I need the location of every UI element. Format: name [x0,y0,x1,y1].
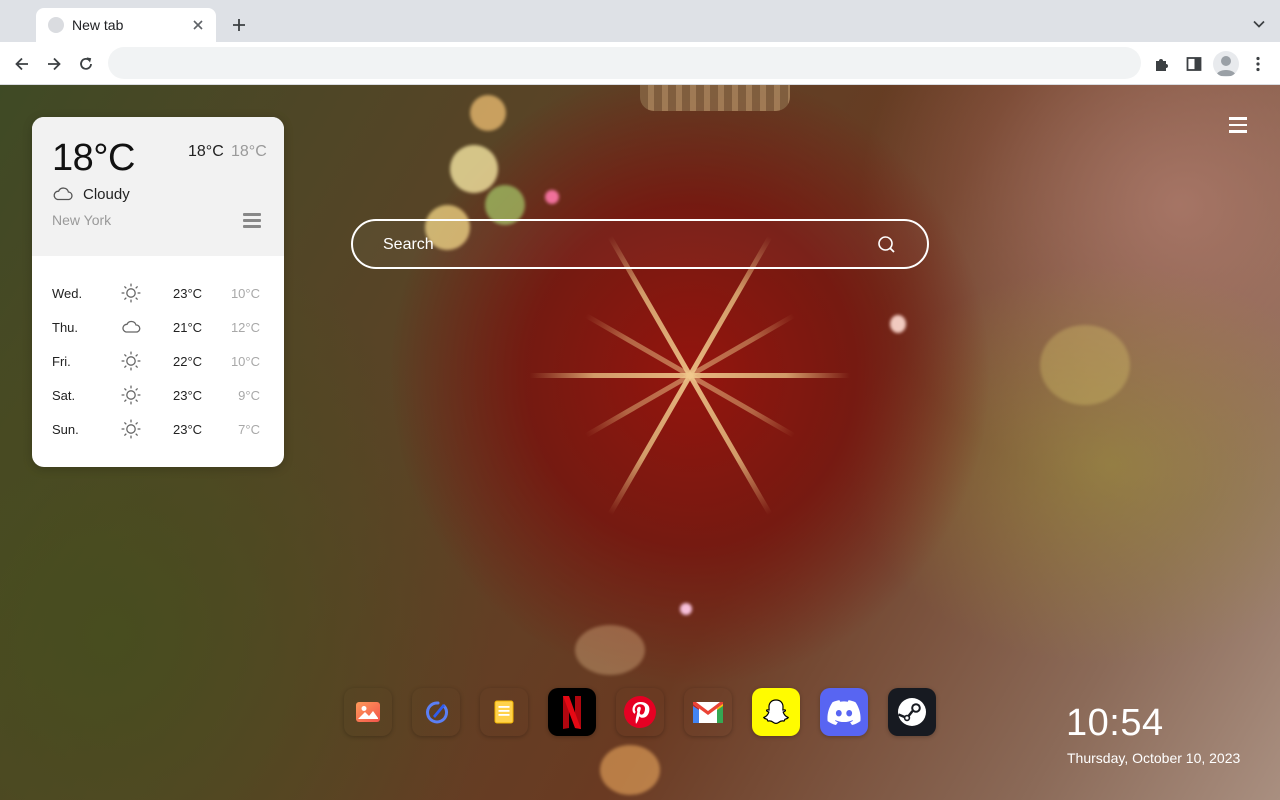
steam-icon[interactable] [888,688,936,736]
forecast-high: 23°C [173,286,203,301]
photos-app-icon[interactable] [344,688,392,736]
forecast-row: Wed. 23°C 10°C [32,282,284,306]
ornament-cap [640,85,790,111]
notes-app-icon[interactable] [480,688,528,736]
forecast-row: Sun. 23°C 7°C [32,418,284,442]
forecast-day: Wed. [52,286,83,301]
today-low-temp: 18°C [231,143,267,160]
clock-time: 10:54 [1066,702,1164,744]
forecast-high: 21°C [173,320,203,335]
search-box[interactable] [351,219,929,269]
forecast-low: 12°C [230,320,260,335]
cloud-icon [120,316,142,338]
close-icon[interactable] [190,17,206,33]
browser-toolbar [0,42,1280,85]
netflix-icon[interactable] [548,688,596,736]
weather-current: 18°C 18°C 18°C Cloudy New York [32,117,284,256]
clock-date: Thursday, October 10, 2023 [1067,750,1241,766]
new-tab-page: 18°C 18°C 18°C Cloudy New York Wed. 23°C 1… [0,85,1280,800]
drawing-app-icon[interactable] [412,688,460,736]
extensions-puzzle-icon[interactable] [1150,52,1174,76]
forecast-high: 22°C [173,354,203,369]
forecast-high: 23°C [173,388,203,403]
forward-arrow-icon[interactable] [42,52,66,76]
search-icon[interactable] [877,235,897,255]
current-temperature: 18°C [52,137,135,179]
sun-icon [120,282,142,304]
sun-icon [120,418,142,440]
snapchat-icon[interactable] [752,688,800,736]
forecast-day: Fri. [52,354,71,369]
forecast-low: 9°C [238,388,260,403]
reload-icon[interactable] [74,52,98,76]
back-arrow-icon[interactable] [10,52,34,76]
tab-new-tab[interactable]: New tab [36,8,216,42]
forecast-low: 10°C [230,286,260,301]
forecast-day: Thu. [52,320,79,335]
search-input[interactable] [383,233,863,257]
today-high-temp: 18°C [188,143,224,160]
forecast-high: 23°C [173,422,203,437]
forecast-row: Sat. 23°C 9°C [32,384,284,408]
forecast-day: Sun. [52,422,79,437]
weather-city: New York [52,212,112,228]
profile-avatar[interactable] [1213,51,1239,77]
sun-icon [120,384,142,406]
tab-favicon-icon [48,17,64,33]
weather-menu-icon[interactable] [243,213,263,229]
tab-title: New tab [72,17,124,33]
sun-icon [120,350,142,372]
gmail-icon[interactable] [684,688,732,736]
forecast-row: Thu. 21°C 12°C [32,316,284,340]
forecast-low: 7°C [238,422,260,437]
forecast-row: Fri. 22°C 10°C [32,350,284,374]
side-panel-icon[interactable] [1182,52,1206,76]
address-bar[interactable] [108,47,1141,79]
chevron-down-icon[interactable] [1250,15,1268,33]
menu-icon[interactable] [1229,117,1249,135]
weather-widget[interactable]: 18°C 18°C 18°C Cloudy New York Wed. 23°C 1… [32,117,284,467]
discord-icon[interactable] [820,688,868,736]
new-tab-button[interactable] [228,14,250,36]
forecast-low: 10°C [230,354,260,369]
cloud-icon [53,187,73,201]
more-vertical-icon[interactable] [1246,52,1270,76]
tab-strip: New tab [0,0,1280,42]
forecast-day: Sat. [52,388,76,403]
pinterest-icon[interactable] [616,688,664,736]
weather-condition: Cloudy [83,186,130,203]
